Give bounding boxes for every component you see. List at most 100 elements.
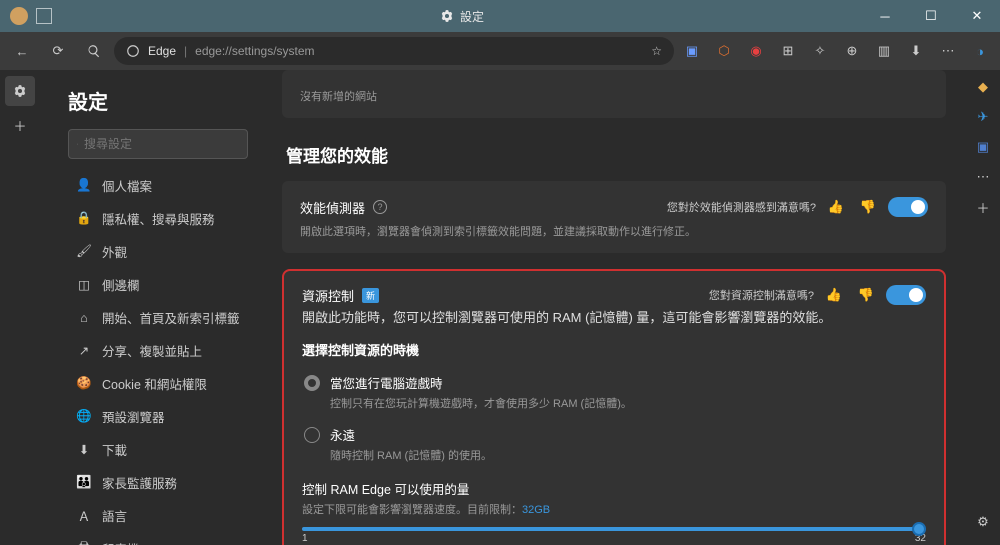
extension-adblock-icon[interactable]: ◉ <box>742 37 770 65</box>
nav-item-lang[interactable]: Ａ語言 <box>68 499 248 532</box>
downloads-icon[interactable]: ⬇ <box>902 37 930 65</box>
slider-min-label: 1 <box>302 533 308 544</box>
thumbs-down-button[interactable]: 👎 <box>856 195 880 219</box>
menu-icon[interactable]: ⋯ <box>934 37 962 65</box>
window-title-wrap: 設定 <box>62 8 862 25</box>
nav-item-label: 隱私權、搜尋與服務 <box>102 209 215 228</box>
sidebar-app-1[interactable]: ◆ <box>972 76 994 98</box>
perf-section-title: 管理您的效能 <box>286 142 946 167</box>
ram-slider[interactable] <box>302 527 926 531</box>
extension-translate-icon[interactable]: ▣ <box>678 37 706 65</box>
slider-thumb[interactable] <box>912 522 926 536</box>
choose-timing-label: 選擇控制資源的時機 <box>302 340 926 359</box>
nav-item-lock[interactable]: 🔒隱私權、搜尋與服務 <box>68 202 248 235</box>
vertical-tab-bar: ＋ <box>0 70 40 545</box>
url-path: edge://settings/system <box>195 44 643 58</box>
opt1-desc: 控制只有在您玩計算機遊戲時，才會使用多少 RAM (記憶體)。 <box>330 395 632 411</box>
perf-detector-desc: 開啟此選項時，瀏覽器會偵測到索引標籤效能問題，並建議採取動作以進行修正。 <box>300 223 928 239</box>
settings-search-input[interactable] <box>84 137 239 151</box>
new-tag: 新 <box>362 288 379 303</box>
slider-current-value: 32GB <box>522 504 550 516</box>
gear-icon <box>13 84 27 98</box>
nav-item-label: 外觀 <box>102 242 127 261</box>
maximize-button[interactable]: ☐ <box>908 0 954 32</box>
sidebar-app-4[interactable]: ⋯ <box>972 166 994 188</box>
nav-item-label: 分享、複製並貼上 <box>102 341 202 360</box>
radio-option-gaming[interactable]: 當您進行電腦遊戲時 控制只有在您玩計算機遊戲時，才會使用多少 RAM (記憶體)… <box>302 369 926 421</box>
settings-sidebar: 設定 👤個人檔案🔒隱私權、搜尋與服務🖌外觀◫側邊欄⌂開始、首頁及新索引標籤↗分享… <box>40 70 262 545</box>
nav-item-family[interactable]: 👪 家長監護服務 <box>68 466 248 499</box>
slider-title: 控制 RAM Edge 可以使用的量 <box>302 479 926 498</box>
sidebar-app-3[interactable]: ▣ <box>972 136 994 158</box>
nav-item-appearance[interactable]: 🖌外觀 <box>68 235 248 268</box>
nav-item-label: 個人檔案 <box>102 176 152 195</box>
settings-tab-icon[interactable] <box>5 76 35 106</box>
settings-icon <box>440 9 454 23</box>
radio-icon <box>304 427 320 443</box>
refresh-button[interactable]: ⟳ <box>42 35 74 67</box>
minimize-button[interactable]: ─ <box>862 0 908 32</box>
family-icon: 👪 <box>76 475 92 491</box>
download-icon: ⬇ <box>76 442 92 458</box>
sidebar-app-2[interactable]: ✈ <box>972 106 994 128</box>
profile-avatar[interactable] <box>10 7 28 25</box>
perf-detector-title: 效能偵測器 <box>300 198 365 217</box>
share-icon: ↗ <box>76 343 92 359</box>
search-icon <box>77 137 78 151</box>
sidebar-settings-icon[interactable]: ⚙ <box>972 511 994 533</box>
nav-item-download[interactable]: ⬇下載 <box>68 433 248 466</box>
nav-item-label: 印表機 <box>102 539 140 545</box>
resource-control-card: 資源控制 新 您對資源控制滿意嗎? 👍 👎 開啟此功能時，您可以控制瀏覽器可使用… <box>282 269 946 545</box>
settings-search[interactable] <box>68 129 248 159</box>
close-button[interactable]: ✕ <box>954 0 1000 32</box>
opt1-title: 當您進行電腦遊戲時 <box>330 373 632 392</box>
slider-desc: 設定下限可能會影響瀏覽器速度。目前限制：32GB <box>302 501 926 517</box>
perf-feedback-text: 您對於效能偵測器感到滿意嗎? <box>667 199 816 215</box>
extension-shield-icon[interactable]: ⬡ <box>710 37 738 65</box>
perf-detector-card: 效能偵測器 ? 您對於效能偵測器感到滿意嗎? 👍 👎 開啟此選項時，瀏覽器會偵測… <box>282 181 946 253</box>
perf-detector-toggle[interactable] <box>888 197 928 217</box>
printer-icon: 🖨 <box>76 541 92 545</box>
copilot-icon[interactable]: ◑ <box>966 37 994 65</box>
thumbs-up-button[interactable]: 👍 <box>824 195 848 219</box>
nav-item-person[interactable]: 👤 個人檔案 <box>68 169 248 202</box>
extensions-menu-icon[interactable]: ⊞ <box>774 37 802 65</box>
nav-item-sidebar[interactable]: ◫側邊欄 <box>68 268 248 301</box>
person-icon: 👤 <box>76 178 92 194</box>
nav-item-cookie[interactable]: 🍪Cookie 和網站權限 <box>68 367 248 400</box>
workspace-icon[interactable] <box>36 8 52 24</box>
nav-item-share[interactable]: ↗ 分享、複製並貼上 <box>68 334 248 367</box>
opt2-desc: 隨時控制 RAM (記憶體) 的使用。 <box>330 447 492 463</box>
thumbs-up-button[interactable]: 👍 <box>822 283 846 307</box>
sidebar-icon: ◫ <box>76 277 92 293</box>
new-tab-button[interactable]: ＋ <box>5 110 35 140</box>
search-button[interactable] <box>78 35 110 67</box>
edge-logo-icon <box>126 44 140 58</box>
radio-option-always[interactable]: 永遠 隨時控制 RAM (記憶體) 的使用。 <box>302 421 926 473</box>
browser-icon: 🌐 <box>76 409 92 425</box>
search-icon <box>87 44 101 58</box>
nav-item-browser[interactable]: 🌐預設瀏覽器 <box>68 400 248 433</box>
no-sites-text: 沒有新增的網站 <box>300 88 928 104</box>
lang-icon: Ａ <box>76 508 92 524</box>
resource-desc: 開啟此功能時，您可以控制瀏覽器可使用的 RAM (記憶體) 量，這可能會影響瀏覽… <box>302 307 926 326</box>
favorites-icon[interactable]: ✧ <box>806 37 834 65</box>
settings-nav: 👤 個人檔案 🔒隱私權、搜尋與服務🖌外觀◫側邊欄⌂開始、首頁及新索引標籤 ↗ 分享、複製… <box>68 169 248 545</box>
collections-icon[interactable]: ⊕ <box>838 37 866 65</box>
cookie-icon: 🍪 <box>76 376 92 392</box>
startup-sites-card: 沒有新增的網站 <box>282 70 946 118</box>
back-button[interactable]: ← <box>6 35 38 67</box>
thumbs-down-button[interactable]: 👎 <box>854 283 878 307</box>
address-bar[interactable]: Edge | edge://settings/system ☆ <box>114 37 674 65</box>
nav-item-label: 家長監護服務 <box>102 473 177 492</box>
info-icon[interactable]: ? <box>373 200 387 214</box>
resource-control-toggle[interactable] <box>886 285 926 305</box>
sidebar-add-button[interactable]: ＋ <box>972 196 994 218</box>
home-icon: ⌂ <box>76 310 92 326</box>
nav-item-printer[interactable]: 🖨 印表機 <box>68 532 248 545</box>
favorite-star-icon[interactable]: ☆ <box>651 44 662 58</box>
settings-content: 沒有新增的網站 管理您的效能 效能偵測器 ? 您對於效能偵測器感到滿意嗎? 👍 … <box>262 70 966 545</box>
reading-list-icon[interactable]: ▥ <box>870 37 898 65</box>
radio-icon <box>304 375 320 391</box>
nav-item-home[interactable]: ⌂開始、首頁及新索引標籤 <box>68 301 248 334</box>
